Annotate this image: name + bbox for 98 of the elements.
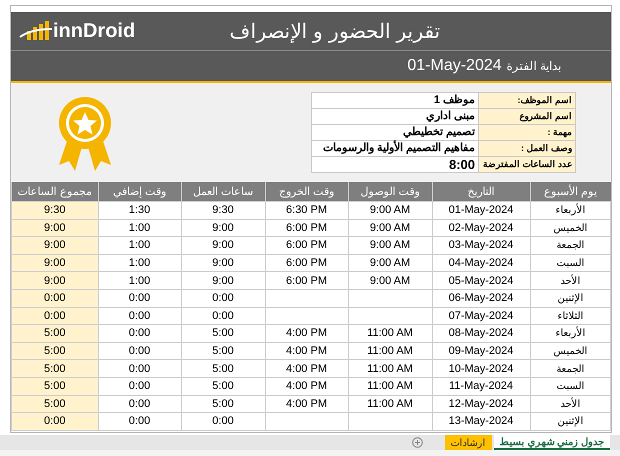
table-cell: 4:00 PM (265, 395, 348, 413)
table-cell: 9:00 AM (348, 254, 432, 272)
info-label: مهمة : (478, 125, 575, 140)
table-cell: الأحد (530, 395, 610, 413)
info-value: تصميم تخطيطي (402, 125, 476, 140)
table-cell: الأحد (530, 272, 610, 290)
table-cell: 9:00 (12, 219, 98, 237)
sheet-tab[interactable]: ارشادات (444, 435, 492, 450)
table-cell: الأربعاء (530, 202, 610, 220)
table-cell: 0:00 (12, 289, 98, 308)
table-cell: 4:00 PM (265, 324, 348, 342)
table-cell: 9:00 (12, 272, 98, 290)
table-cell: 5:00 (12, 395, 98, 413)
info-label: اسم المشروع (478, 109, 575, 124)
table-cell: 9:00 AM (348, 202, 432, 220)
table-cell: 9:30 (181, 202, 265, 220)
logo-text: innDroid (53, 20, 136, 42)
table-cell: 5:00 (12, 377, 98, 396)
table-cell: الخميس (530, 342, 610, 360)
table-cell: الإثنين (530, 412, 610, 430)
table-cell: 03-May-2024 (432, 236, 530, 254)
column-header: وقت الخروج (265, 182, 348, 202)
table-cell: 9:00 (181, 272, 265, 290)
table-cell: 11:00 AM (348, 360, 432, 378)
column-header: ساعات العمل (181, 182, 265, 202)
table-cell: 06-May-2024 (432, 289, 530, 308)
table-cell: 0:00 (12, 307, 98, 325)
table-cell: 5:00 (12, 360, 98, 378)
bar-chart-logo-icon (19, 21, 53, 41)
info-label: وصف العمل : (478, 141, 575, 156)
table-cell: 11:00 AM (348, 395, 432, 413)
table-cell: 6:00 PM (265, 236, 348, 254)
table-cell: 07-May-2024 (432, 307, 530, 325)
table-cell: 5:00 (12, 324, 98, 342)
table-cell: 0:00 (12, 412, 98, 430)
table-cell: 5:00 (181, 360, 265, 378)
info-value: مبنى اداري (424, 109, 476, 124)
column-header: التاريخ (432, 182, 530, 202)
table-cell: 12-May-2024 (432, 395, 530, 413)
period-label: بداية الفترة (506, 59, 561, 73)
table-cell: 9:00 (12, 254, 98, 272)
info-label: اسم الموظف: (478, 93, 575, 108)
column-header: وقت الوصول (348, 182, 432, 202)
table-cell: 09-May-2024 (432, 342, 530, 360)
table-cell: الجمعة (530, 360, 610, 378)
table-cell: 08-May-2024 (432, 324, 530, 342)
table-cell: 11-May-2024 (432, 377, 530, 396)
table-cell: 6:00 PM (265, 272, 348, 290)
table-cell: الأربعاء (530, 324, 610, 342)
table-cell: 5:00 (181, 395, 265, 413)
table-cell: 9:00 (181, 254, 265, 272)
table-cell: 5:00 (181, 342, 265, 360)
table-cell: 02-May-2024 (432, 219, 530, 237)
table-cell: 6:00 PM (265, 219, 348, 237)
table-cell: الإثنين (530, 289, 610, 308)
table-cell: 9:00 AM (348, 236, 432, 254)
table-cell: السبت (530, 377, 610, 396)
table-cell: 11:00 AM (348, 324, 432, 342)
table-cell: 05-May-2024 (432, 272, 530, 290)
column-header: يوم الأسبوع (530, 182, 610, 202)
table-cell: 11:00 AM (348, 377, 432, 396)
table-cell: 01-May-2024 (432, 202, 530, 220)
table-cell: 6:00 PM (265, 254, 348, 272)
column-header: مجموع الساعات (12, 182, 98, 202)
table-cell: 5:00 (181, 377, 265, 396)
table-cell: 1:30 (98, 202, 181, 220)
table-cell: 04-May-2024 (432, 254, 530, 272)
table-cell: الجمعة (530, 236, 610, 254)
info-value: موظف 1 (432, 93, 476, 108)
period-value: 01-May-2024 (407, 57, 502, 75)
table-cell: 4:00 PM (265, 342, 348, 360)
info-label: عدد الساعات المفترضة (478, 157, 575, 172)
add-sheet-icon[interactable] (412, 437, 423, 448)
table-cell: 9:00 AM (348, 219, 432, 237)
table-cell: 5:00 (181, 324, 265, 342)
table-cell: 5:00 (12, 342, 98, 360)
table-cell: الثلاثاء (530, 307, 610, 325)
table-cell: 10-May-2024 (432, 360, 530, 378)
table-cell: 9:00 AM (348, 272, 432, 290)
report-title: تقرير الحضور و الإنصراف (228, 20, 442, 44)
info-value: مفاهيم التصميم الأولية والرسومات (322, 141, 476, 156)
table-cell: 0:00 (181, 307, 265, 325)
table-cell: 9:30 (12, 202, 98, 220)
table-cell: 4:00 PM (265, 377, 348, 396)
table-cell: السبت (530, 254, 610, 272)
table-cell: 13-May-2024 (432, 412, 530, 430)
table-cell: 0:00 (181, 412, 265, 430)
table-cell: 0:00 (181, 289, 265, 308)
table-cell: 6:30 PM (265, 202, 348, 220)
table-cell: 11:00 AM (348, 342, 432, 360)
table-cell: 9:00 (181, 236, 265, 254)
column-header: وقت إضافي (98, 182, 181, 202)
table-cell: 9:00 (181, 219, 265, 237)
table-cell: 4:00 PM (265, 360, 348, 378)
table-cell: الخميس (530, 219, 610, 237)
info-value: 8:00 (448, 157, 476, 172)
table-cell: 9:00 (12, 236, 98, 254)
sheet-tab[interactable]: جدول زمني شهري بسيط (494, 435, 610, 450)
